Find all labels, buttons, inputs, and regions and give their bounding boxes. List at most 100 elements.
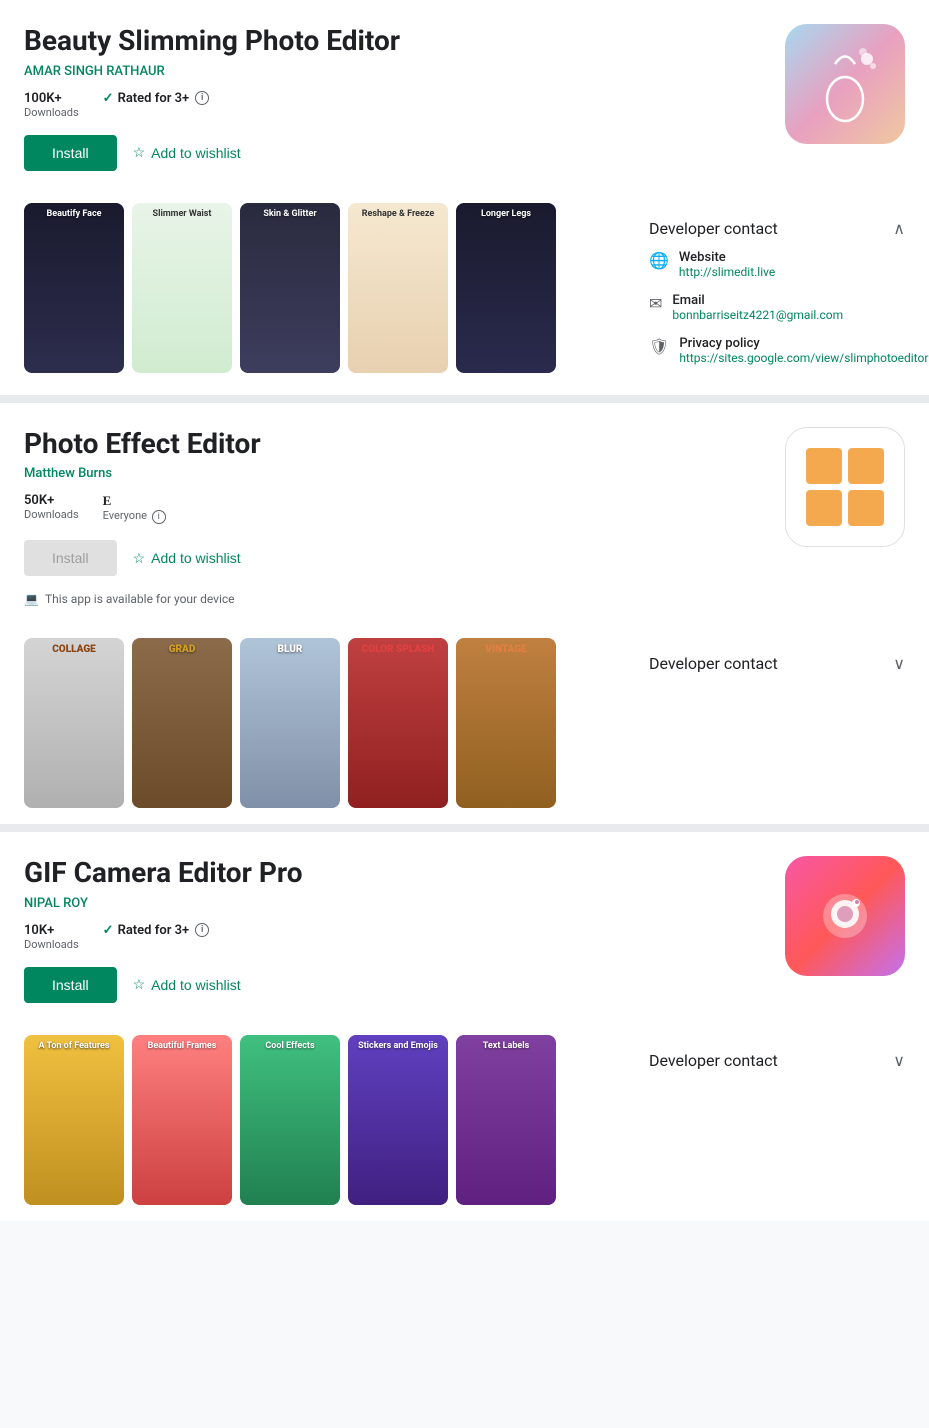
app-actions-photo: Install ☆ Add to wishlist [24, 540, 785, 576]
developer-contact-header-photo[interactable]: Developer contact ∨ [649, 654, 905, 673]
photo-icon-grid [790, 432, 900, 542]
wishlist-icon-beauty: ☆ [133, 144, 146, 161]
photo-icon-cell-1 [806, 448, 842, 484]
downloads-stat-gif: 10K+ Downloads [24, 923, 79, 951]
wishlist-button-beauty[interactable]: ☆ Add to wishlist [133, 144, 241, 161]
screenshot-gif-3: Cool Effects [240, 1035, 340, 1205]
photo-icon-cell-3 [806, 490, 842, 526]
developer-contact-header-gif[interactable]: Developer contact ∨ [649, 1051, 905, 1070]
app-title-gif: GIF Camera Editor Pro [24, 856, 785, 890]
rating-label-photo: Everyone i [103, 509, 166, 524]
screenshot-photo-1: COLLAGE [24, 638, 124, 808]
website-icon-beauty: 🌐 [649, 251, 669, 270]
screenshot-label-photo-2: GRAD [132, 644, 232, 655]
beauty-icon-svg [805, 44, 885, 124]
wishlist-button-gif[interactable]: ☆ Add to wishlist [133, 976, 241, 993]
rating-icon-beauty: ✓ [103, 91, 114, 106]
gif-icon-svg [810, 881, 880, 951]
app-icon-gif [785, 856, 905, 976]
screenshot-label-photo-3: BLUR [240, 644, 340, 655]
downloads-value-photo: 50K+ [24, 493, 79, 508]
downloads-label-gif: Downloads [24, 938, 79, 951]
app-icon-photo [785, 427, 905, 547]
contact-email-value-beauty[interactable]: bonnbarriseitz4221@gmail.com [672, 308, 843, 322]
downloads-value-gif: 10K+ [24, 923, 79, 938]
screenshot-label-beauty-3: Skin & Glitter [240, 209, 340, 219]
app-stats-photo: 50K+ Downloads E Everyone i [24, 493, 785, 524]
developer-contact-photo: Developer contact ∨ [625, 638, 905, 824]
content-photo: COLLAGE GRAD BLUR COLOR SPLASH VINTAGE D… [24, 638, 905, 824]
contact-website-info-beauty: Website http://slimedit.live [679, 250, 775, 279]
rating-label-gif [103, 938, 210, 951]
app-developer-photo[interactable]: Matthew Burns [24, 466, 785, 481]
downloads-label-beauty: Downloads [24, 106, 79, 119]
chevron-down-icon-photo: ∨ [893, 654, 905, 673]
screenshots-gif: A Ton of Features Beautiful Frames Cool … [24, 1035, 625, 1221]
rating-info-icon-photo: i [152, 510, 166, 524]
wishlist-button-photo[interactable]: ☆ Add to wishlist [133, 550, 241, 567]
app-gif-camera: GIF Camera Editor Pro NIPAL ROY 10K+ Dow… [0, 832, 929, 1221]
screenshots-row-photo: COLLAGE GRAD BLUR COLOR SPLASH VINTAGE [24, 638, 625, 824]
rating-info-icon-gif: i [195, 923, 209, 937]
contact-privacy-value-beauty[interactable]: https://sites.google.com/view/slimphotoe… [679, 351, 928, 365]
rating-stat-beauty: ✓ Rated for 3+ i [103, 91, 210, 119]
contact-website-label-beauty: Website [679, 250, 775, 265]
screenshot-gif-4: Stickers and Emojis [348, 1035, 448, 1205]
content-beauty: Beautify Face Slimmer Waist Skin & Glitt… [24, 203, 905, 395]
contact-website-value-beauty[interactable]: http://slimedit.live [679, 265, 775, 279]
contact-email-label-beauty: Email [672, 293, 843, 308]
rating-value-photo: E [103, 493, 166, 509]
app-developer-gif[interactable]: NIPAL ROY [24, 896, 785, 911]
app-info-beauty: Beauty Slimming Photo Editor AMAR SINGH … [24, 24, 785, 187]
contact-privacy-beauty: 🛡 Privacy policy https://sites.google.co… [649, 336, 905, 365]
rating-e-icon-photo: E [103, 493, 112, 509]
install-button-beauty[interactable]: Install [24, 135, 117, 171]
screenshot-label-gif-3: Cool Effects [240, 1041, 340, 1051]
app-beauty-slimming: Beauty Slimming Photo Editor AMAR SINGH … [0, 0, 929, 403]
app-title-photo: Photo Effect Editor [24, 427, 785, 461]
rating-value-gif: ✓ Rated for 3+ i [103, 923, 210, 938]
app-developer-beauty[interactable]: AMAR SINGH RATHAUR [24, 64, 785, 79]
chevron-up-icon-beauty: ∧ [893, 219, 905, 238]
rating-value-beauty: ✓ Rated for 3+ i [103, 91, 210, 106]
screenshot-gif-1: A Ton of Features [24, 1035, 124, 1205]
screenshot-gif-2: Beautiful Frames [132, 1035, 232, 1205]
rating-stat-gif: ✓ Rated for 3+ i [103, 923, 210, 951]
app-info-photo: Photo Effect Editor Matthew Burns 50K+ D… [24, 427, 785, 623]
screenshot-label-gif-4: Stickers and Emojis [348, 1041, 448, 1051]
screenshot-gif-5: Text Labels [456, 1035, 556, 1205]
developer-contact-title-beauty: Developer contact [649, 219, 778, 238]
install-button-photo[interactable]: Install [24, 540, 117, 576]
app-actions-gif: Install ☆ Add to wishlist [24, 967, 785, 1003]
photo-icon-cell-2 [848, 448, 884, 484]
contact-privacy-label-beauty: Privacy policy [679, 336, 928, 351]
screenshot-label-beauty-1: Beautify Face [24, 209, 124, 219]
contact-website-beauty: 🌐 Website http://slimedit.live [649, 250, 905, 279]
screenshot-label-photo-1: COLLAGE [24, 644, 124, 655]
downloads-stat-beauty: 100K+ Downloads [24, 91, 79, 119]
rating-label-beauty [103, 106, 210, 119]
app-title-beauty: Beauty Slimming Photo Editor [24, 24, 785, 58]
contact-email-beauty: ✉ Email bonnbarriseitz4221@gmail.com [649, 293, 905, 322]
screenshot-photo-4: COLOR SPLASH [348, 638, 448, 808]
downloads-label-photo: Downloads [24, 508, 79, 521]
screenshot-label-gif-1: A Ton of Features [24, 1041, 124, 1051]
screenshot-beauty-5: Longer Legs [456, 203, 556, 373]
app-stats-beauty: 100K+ Downloads ✓ Rated for 3+ i [24, 91, 785, 119]
developer-contact-title-gif: Developer contact [649, 1051, 778, 1070]
email-icon-beauty: ✉ [649, 294, 662, 313]
screenshot-beauty-1: Beautify Face [24, 203, 124, 373]
screenshots-row-beauty: Beautify Face Slimmer Waist Skin & Glitt… [24, 203, 625, 389]
screenshot-label-photo-5: VINTAGE [456, 644, 556, 655]
device-available-photo: 💻 This app is available for your device [24, 592, 785, 606]
screenshots-row-gif: A Ton of Features Beautiful Frames Cool … [24, 1035, 625, 1221]
screenshot-photo-5: VINTAGE [456, 638, 556, 808]
install-button-gif[interactable]: Install [24, 967, 117, 1003]
content-gif: A Ton of Features Beautiful Frames Cool … [24, 1035, 905, 1221]
screenshot-label-beauty-2: Slimmer Waist [132, 209, 232, 219]
app-actions-beauty: Install ☆ Add to wishlist [24, 135, 785, 171]
screenshot-label-beauty-5: Longer Legs [456, 209, 556, 219]
wishlist-icon-gif: ☆ [133, 976, 146, 993]
developer-contact-header-beauty[interactable]: Developer contact ∧ [649, 219, 905, 238]
wishlist-icon-photo: ☆ [133, 550, 146, 567]
